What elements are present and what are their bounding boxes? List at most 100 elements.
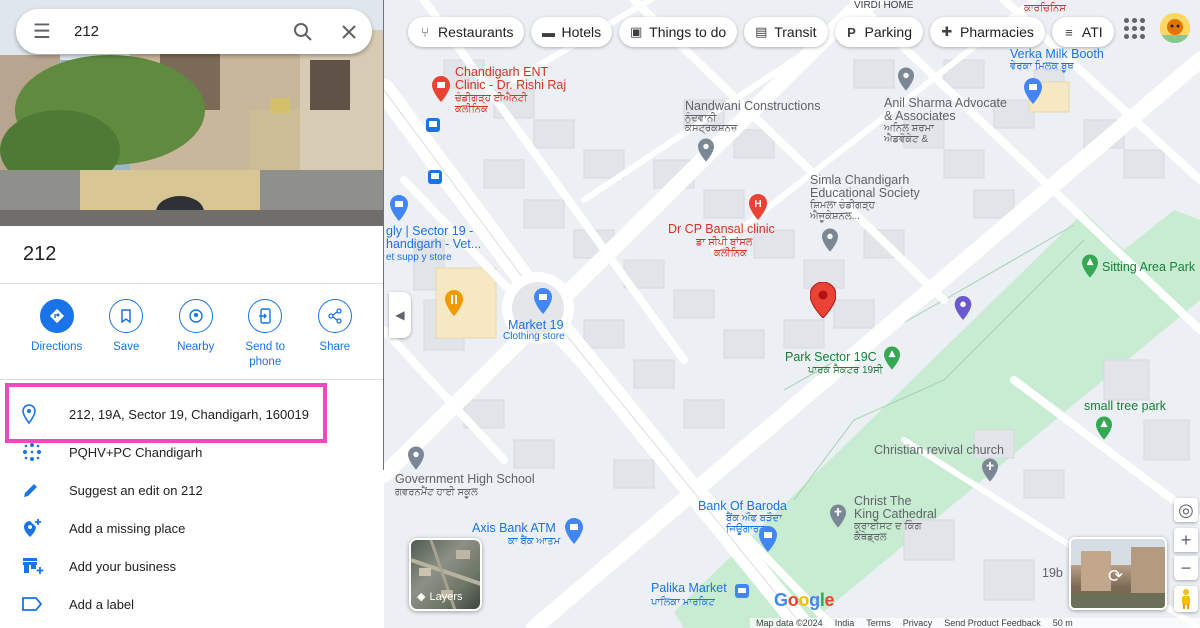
collapse-panel-button[interactable]: ◀: [389, 292, 411, 338]
minus-icon: −: [1180, 557, 1192, 578]
map-label-cp-bansal-pa1: ਡਾ ਸੀਪੀ ਬਾਂਸਲ: [696, 237, 753, 248]
map-label-sitting-area[interactable]: Sitting Area Park: [1102, 261, 1195, 274]
business-pin-icon[interactable]: [698, 138, 714, 167]
chip-pharmacies[interactable]: ✚ Pharmacies: [929, 17, 1045, 47]
location-pin-icon: [0, 404, 69, 424]
clothing-store-pin-icon[interactable]: [534, 288, 552, 319]
feedback-link[interactable]: Send Product Feedback: [944, 618, 1041, 628]
add-missing-place-text: Add a missing place: [69, 520, 186, 536]
send-to-phone-icon: [248, 299, 283, 333]
account-avatar[interactable]: [1160, 13, 1190, 43]
map-label-christ-king-2[interactable]: King Cathedral: [854, 508, 937, 521]
map-label-verka[interactable]: Verka Milk Booth: [1010, 48, 1104, 61]
map-label-cp-bansal[interactable]: Dr CP Bansal clinic: [668, 223, 775, 236]
google-apps-icon[interactable]: [1122, 16, 1146, 40]
map-label-simla-2[interactable]: Educational Society: [810, 187, 920, 200]
parking-icon: P: [847, 24, 856, 40]
map-label-palika-market[interactable]: Palika Market: [651, 582, 727, 595]
map-label-virdi-home[interactable]: VIRDI HOME: [854, 0, 913, 11]
clinic-pin-icon[interactable]: H: [749, 194, 767, 225]
terms-link[interactable]: Terms: [866, 618, 891, 628]
shop-pin-icon[interactable]: [1024, 78, 1042, 109]
india-link[interactable]: India: [835, 618, 855, 628]
scale-label[interactable]: 50 m: [1053, 618, 1073, 628]
zoom-out-button[interactable]: −: [1174, 556, 1198, 580]
map-label-axis-atm-pa: ਕਾ ਬੈਂਕ ਆਤਮ: [508, 536, 561, 547]
map-label-govt-school[interactable]: Government High School: [395, 473, 535, 486]
chip-restaurants[interactable]: ⑂ Restaurants: [408, 17, 525, 47]
hamburger-menu-icon[interactable]: ☰: [16, 19, 68, 44]
my-location-button[interactable]: ◎: [1174, 498, 1198, 522]
chip-hotels[interactable]: ▬ Hotels: [531, 17, 613, 47]
street-view-thumbnail[interactable]: ⟳: [1069, 537, 1167, 610]
map-canvas[interactable]: VIRDI HOME ਕਾਰਚਿਨਿਸ Chandigarh ENT Clini…: [384, 0, 1200, 628]
map-label-anil-2[interactable]: & Associates: [884, 110, 956, 123]
restaurant-pin-icon[interactable]: [445, 290, 463, 321]
map-label-sector19-3[interactable]: et supp y store: [386, 252, 452, 263]
add-label-row[interactable]: Add a label: [0, 585, 384, 623]
add-business-row[interactable]: Add your business: [0, 547, 384, 585]
park-pin-icon[interactable]: [884, 346, 900, 375]
layers-button[interactable]: ◆ Layers: [409, 538, 482, 611]
toilet-pin-icon[interactable]: [954, 296, 972, 325]
chip-label: ATI: [1081, 24, 1103, 40]
panel-scrollbar[interactable]: [383, 0, 384, 470]
search-button[interactable]: [280, 22, 326, 42]
chip-ati[interactable]: ≡ ATI: [1051, 17, 1114, 47]
zoom-in-button[interactable]: +: [1174, 528, 1198, 552]
bus-stop-icon[interactable]: [426, 118, 440, 137]
suggest-edit-row[interactable]: Suggest an edit on 212: [0, 471, 384, 509]
directions-label: Directions: [31, 341, 83, 353]
map-label-sector19-2[interactable]: handigarh - Vet...: [386, 238, 481, 251]
map-label-park-19c[interactable]: Park Sector 19C: [785, 351, 877, 364]
school-pin-icon[interactable]: [408, 446, 424, 475]
business-pin-icon[interactable]: [822, 228, 838, 257]
church-pin-icon[interactable]: [830, 504, 846, 533]
map-label-park-19c-pa: ਪਾਰਕ ਸੈਕਟਰ 19ਸੀ: [808, 365, 883, 376]
add-missing-place-row[interactable]: Add a missing place: [0, 509, 384, 547]
bus-stop-icon[interactable]: [428, 170, 442, 189]
bank-pin-icon[interactable]: [759, 526, 777, 557]
map-label-ent-2[interactable]: Clinic - Dr. Rishi Raj: [455, 79, 566, 92]
pegman-button[interactable]: [1174, 586, 1198, 612]
chip-transit[interactable]: ▤ Transit: [744, 17, 828, 47]
address-row[interactable]: 212, 19A, Sector 19, Chandigarh, 160019: [0, 395, 384, 433]
add-business-text: Add your business: [69, 558, 176, 574]
google-logo-letter: G: [774, 590, 788, 610]
nearby-button[interactable]: Nearby: [161, 299, 231, 370]
church-pin-icon[interactable]: [982, 458, 998, 487]
chip-things-to-do[interactable]: ▣ Things to do: [619, 17, 738, 47]
shop-pin-icon[interactable]: [390, 195, 408, 226]
map-label-small-tree[interactable]: small tree park: [1084, 400, 1166, 413]
close-search-button[interactable]: [326, 24, 372, 40]
rotate-360-icon: ⟳: [1108, 566, 1124, 586]
address-text: 212, 19A, Sector 19, Chandigarh, 160019: [69, 406, 309, 422]
selected-place-marker-icon[interactable]: [809, 281, 837, 323]
hospital-pin-icon[interactable]: [432, 76, 450, 107]
chevron-left-icon: ◀: [395, 308, 405, 322]
map-label-market19-2[interactable]: Clothing store: [503, 331, 565, 342]
directions-button[interactable]: Directions: [22, 299, 92, 370]
save-button[interactable]: Save: [92, 299, 162, 370]
add-label-text: Add a label: [69, 596, 135, 612]
search-input[interactable]: [68, 23, 280, 40]
map-label-christian-revival[interactable]: Christian revival church: [874, 444, 1004, 457]
atm-pin-icon[interactable]: [565, 518, 583, 549]
business-pin-icon[interactable]: [898, 67, 914, 96]
map-label-axis-atm[interactable]: Axis Bank ATM: [472, 522, 556, 535]
google-logo: Google: [774, 590, 835, 611]
chip-parking[interactable]: P Parking: [834, 17, 923, 47]
shopping-cart-pin-icon[interactable]: [735, 584, 749, 603]
park-pin-icon[interactable]: [1082, 254, 1098, 283]
send-to-phone-button[interactable]: Send to phone: [231, 299, 301, 370]
atm-icon: ≡: [1065, 24, 1073, 40]
share-button[interactable]: Share: [300, 299, 370, 370]
map-label-nandwani[interactable]: Nandwani Constructions: [685, 100, 821, 113]
park-pin-icon[interactable]: [1096, 416, 1112, 445]
plus-code-row[interactable]: PQHV+PC Chandigarh: [0, 433, 384, 471]
add-business-icon: [0, 557, 69, 575]
privacy-link[interactable]: Privacy: [903, 618, 933, 628]
map-label-simla-pa1: ਸ਼ਿਮਲਾ ਚੰਡੀਗੜ੍ਹ: [810, 200, 875, 211]
map-footer: Map data ©2024 India Terms Privacy Send …: [750, 618, 1200, 628]
map-label-bank-baroda[interactable]: Bank Of Baroda: [698, 500, 787, 513]
